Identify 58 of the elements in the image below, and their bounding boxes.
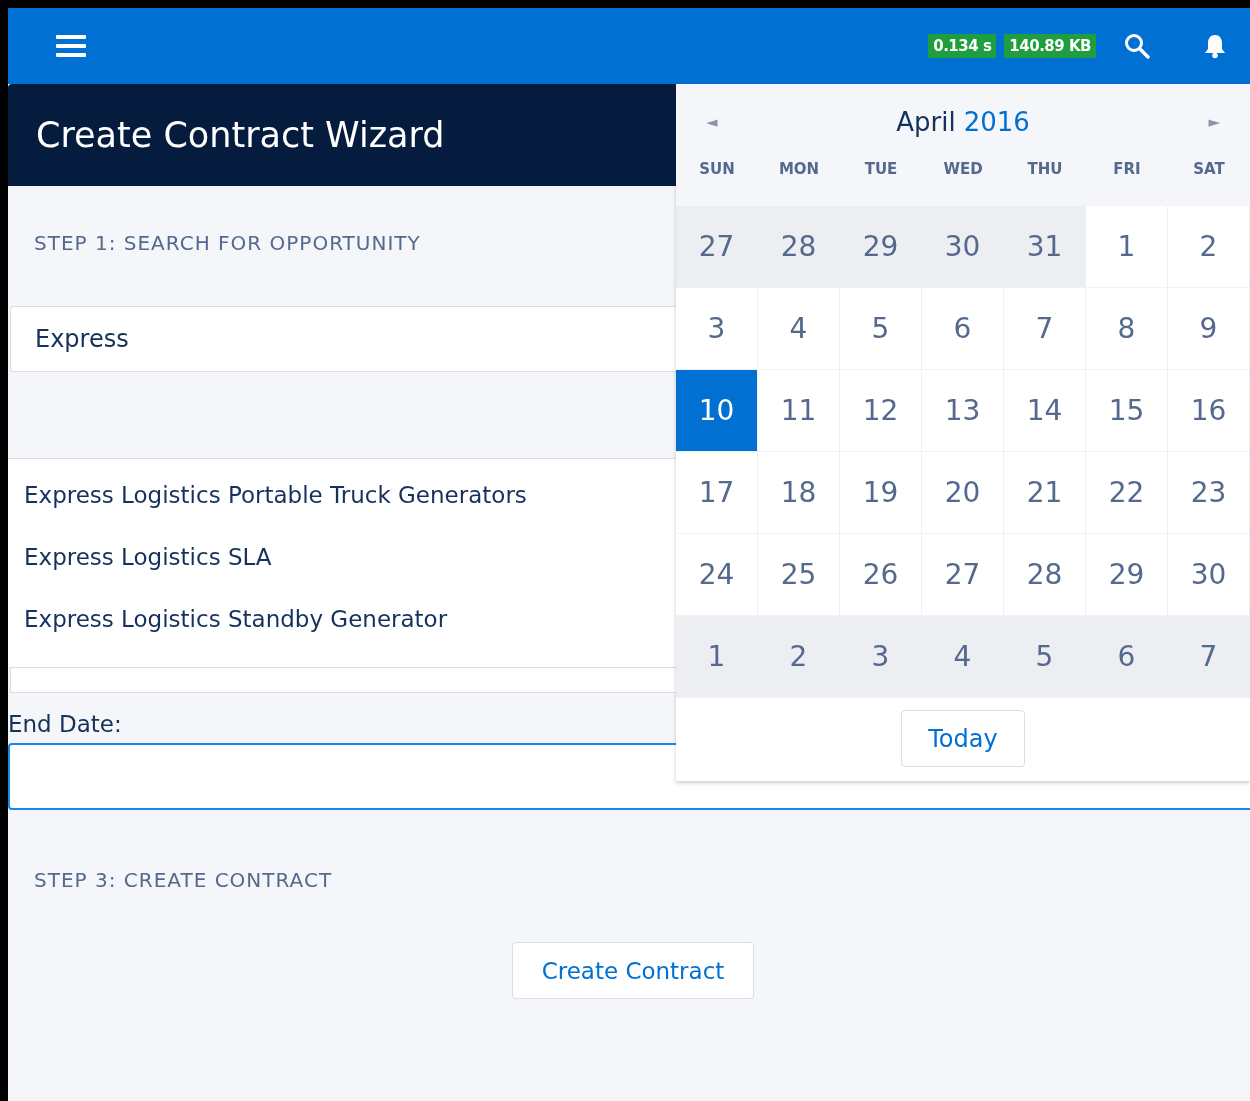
day-cell[interactable]: 13 xyxy=(922,370,1004,452)
day-cell[interactable]: 19 xyxy=(840,452,922,534)
text-field[interactable] xyxy=(10,667,676,693)
result-item[interactable]: Express Logistics SLA xyxy=(24,535,676,597)
step-heading: STEP 1: SEARCH FOR OPPORTUNITY xyxy=(33,230,421,257)
result-item[interactable]: Express Logistics Standby Generator xyxy=(24,597,676,659)
timing-badge: 0.134 s xyxy=(928,34,997,58)
day-cell[interactable]: 2 xyxy=(1168,206,1250,288)
day-cell[interactable]: 16 xyxy=(1168,370,1250,452)
day-cell[interactable]: 22 xyxy=(1086,452,1168,534)
search-icon[interactable] xyxy=(1124,33,1150,59)
day-cell[interactable]: 14 xyxy=(1004,370,1086,452)
weekday-label: FRI xyxy=(1112,160,1142,178)
month-label: April xyxy=(896,107,956,137)
create-contract-button[interactable]: Create Contract xyxy=(512,942,754,999)
weekday-label: MON xyxy=(777,160,821,178)
menu-icon[interactable] xyxy=(56,33,86,59)
day-cell[interactable]: 3 xyxy=(840,616,922,698)
day-cell[interactable]: 7 xyxy=(1168,616,1250,698)
search-field[interactable]: Express xyxy=(10,306,676,372)
day-cell[interactable]: 1 xyxy=(1086,206,1168,288)
weekday-label: WED xyxy=(942,160,984,178)
day-cell[interactable]: 11 xyxy=(758,370,840,452)
day-cell[interactable]: 31 xyxy=(1004,206,1086,288)
day-cell[interactable]: 4 xyxy=(758,288,840,370)
step-heading: STEP 3: CREATE CONTRACT xyxy=(33,867,333,894)
day-cell[interactable]: 5 xyxy=(840,288,922,370)
day-cell[interactable]: 9 xyxy=(1168,288,1250,370)
day-cell[interactable]: 2 xyxy=(758,616,840,698)
day-cell[interactable]: 15 xyxy=(1086,370,1168,452)
result-item[interactable]: Express Logistics Portable Truck Generators xyxy=(24,473,676,535)
day-cell[interactable]: 12 xyxy=(840,370,922,452)
day-cell[interactable]: 21 xyxy=(1004,452,1086,534)
field-label: End Date: xyxy=(8,711,122,739)
weekday-label: TUE xyxy=(863,160,899,178)
day-cell[interactable]: 28 xyxy=(758,206,840,288)
today-button[interactable]: Today xyxy=(901,710,1025,767)
year-label[interactable]: 2016 xyxy=(963,107,1030,137)
day-cell[interactable]: 6 xyxy=(922,288,1004,370)
day-cell[interactable]: 17 xyxy=(676,452,758,534)
day-cell[interactable]: 8 xyxy=(1086,288,1168,370)
size-badge: 140.89 KB xyxy=(1004,34,1096,58)
day-cell[interactable]: 10 xyxy=(676,370,758,452)
day-cell[interactable]: 7 xyxy=(1004,288,1086,370)
day-cell[interactable]: 20 xyxy=(922,452,1004,534)
bell-icon[interactable] xyxy=(1202,33,1228,59)
day-cell[interactable]: 23 xyxy=(1168,452,1250,534)
weekday-label: SUN xyxy=(698,160,736,178)
day-cell[interactable]: 1 xyxy=(676,616,758,698)
weekday-label: SAT xyxy=(1192,160,1226,178)
day-cell[interactable]: 4 xyxy=(922,616,1004,698)
day-cell[interactable]: 27 xyxy=(676,206,758,288)
weekday-label: THU xyxy=(1026,160,1064,178)
day-cell[interactable]: 30 xyxy=(922,206,1004,288)
day-cell[interactable]: 5 xyxy=(1004,616,1086,698)
day-cell[interactable]: 6 xyxy=(1086,616,1168,698)
day-cell[interactable]: 18 xyxy=(758,452,840,534)
day-cell[interactable]: 29 xyxy=(840,206,922,288)
